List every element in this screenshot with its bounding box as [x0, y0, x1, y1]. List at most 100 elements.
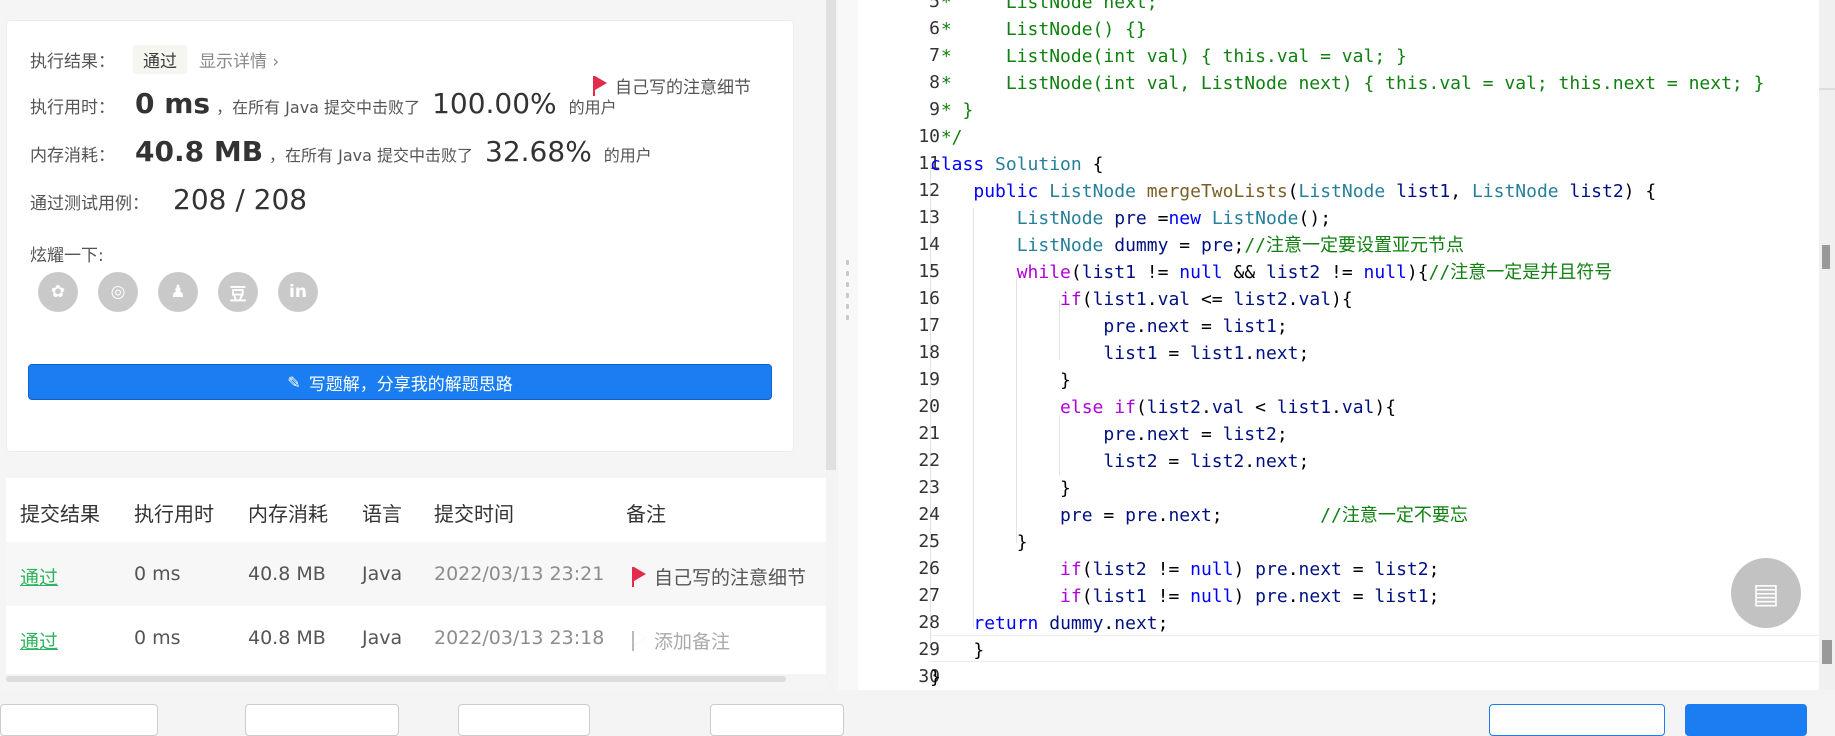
code-editor[interactable]: 5 6 7 8 9 10 11 12 13 14 15 16 17 18 19 20 21 22 23 24 25 26 2…: [858, 0, 1819, 690]
line-number: 20: [918, 396, 940, 417]
runtime-text: ，在所有 Java 提交中击败了: [216, 98, 421, 117]
row-status-link[interactable]: 通过: [20, 563, 58, 590]
weibo-icon[interactable]: ◎: [98, 272, 138, 312]
qq-icon[interactable]: ♟: [158, 272, 198, 312]
code-line[interactable]: * }: [930, 97, 974, 124]
line-number: 23: [918, 477, 940, 498]
col-header-language: 语言: [362, 502, 402, 526]
col-header-result: 提交结果: [20, 502, 100, 526]
code-line[interactable]: else if(list2.val < list1.val){: [930, 394, 1396, 421]
row-remark[interactable]: 自己写的注意细节: [632, 563, 806, 590]
code-line[interactable]: }: [930, 475, 1071, 502]
add-remark-button[interactable]: 添加备注: [632, 627, 730, 654]
pane-resize-handle[interactable]: [838, 0, 858, 713]
line-number: 12: [918, 180, 940, 201]
run-code-button[interactable]: [1489, 704, 1665, 736]
line-number: 15: [918, 261, 940, 282]
line-number: 18: [918, 342, 940, 363]
flag-outline-icon: [632, 630, 646, 651]
code-line[interactable]: }: [930, 367, 1071, 394]
bookmark-icon[interactable]: ▤: [1731, 558, 1801, 628]
douban-icon[interactable]: 豆: [218, 272, 258, 312]
code-line[interactable]: list2 = list2.next;: [930, 448, 1309, 475]
share-label-row: 炫耀一下:: [30, 241, 104, 266]
line-number: 10: [918, 126, 940, 147]
toolbar-button[interactable]: [245, 704, 399, 736]
write-solution-button[interactable]: ✎ 写题解，分享我的解题思路: [28, 364, 772, 400]
code-line[interactable]: if(list2 != null) pre.next = list2;: [930, 556, 1439, 583]
share-label: 炫耀一下:: [30, 246, 104, 266]
memory-row: 内存消耗： 40.8 MB ，在所有 Java 提交中击败了 32.68% 的用…: [30, 135, 652, 168]
row-memory: 40.8 MB: [248, 627, 326, 649]
line-number: 27: [918, 585, 940, 606]
submit-button[interactable]: [1685, 704, 1807, 736]
code-line[interactable]: while(list1 != null && list2 != null){//…: [930, 259, 1613, 286]
code-line[interactable]: if(list1 != null) pre.next = list1;: [930, 583, 1439, 610]
submissions-table: 提交结果 执行用时 内存消耗 语言 提交时间 备注 通过 0 ms 40.8 M…: [6, 478, 826, 674]
flag-icon: [632, 566, 646, 587]
line-number: 25: [918, 531, 940, 552]
scrollbar-marker: [1822, 640, 1832, 664]
code-line[interactable]: }: [930, 637, 984, 664]
table-row[interactable]: 通过 0 ms 40.8 MB Java 2022/03/13 23:18 添加…: [6, 606, 826, 670]
toolbar-button[interactable]: [0, 704, 158, 736]
toolbar-button[interactable]: [710, 704, 844, 736]
code-line[interactable]: pre.next = list1;: [930, 313, 1287, 340]
code-line[interactable]: ListNode dummy = pre;//注意一定要设置亚元节点: [930, 232, 1464, 259]
testcases-value: 208 / 208: [173, 183, 308, 216]
code-line[interactable]: }: [930, 664, 941, 690]
line-number: 30: [918, 666, 940, 687]
left-vertical-scrollbar[interactable]: [826, 0, 836, 470]
scrollbar-thumb[interactable]: [1822, 245, 1830, 269]
pencil-icon: ✎: [287, 372, 301, 392]
scrollbar-track-mark: [1819, 88, 1835, 90]
note-link[interactable]: 自己写的注意细节: [593, 73, 751, 98]
drag-handle-icon: [846, 260, 850, 326]
row-runtime: 0 ms: [134, 563, 181, 585]
row-status-link[interactable]: 通过: [20, 627, 58, 654]
memory-percent: 32.68%: [485, 135, 592, 168]
code-line[interactable]: pre = pre.next; //注意一定不要忘: [930, 502, 1468, 529]
line-number: 8: [929, 72, 940, 93]
line-number: 22: [918, 450, 940, 471]
linkedin-icon[interactable]: in: [278, 272, 318, 312]
result-row: 执行结果： 通过 显示详情 ›: [30, 45, 279, 74]
line-number: 14: [918, 234, 940, 255]
code-line[interactable]: * ListNode(int val, ListNode next) { thi…: [930, 70, 1765, 97]
show-details-link[interactable]: 显示详情 ›: [199, 47, 279, 72]
code-line[interactable]: class Solution {: [930, 151, 1103, 178]
code-line[interactable]: list1 = list1.next;: [930, 340, 1309, 367]
line-number: 29: [918, 639, 940, 660]
runtime-label: 执行用时：: [30, 98, 115, 118]
row-time: 2022/03/13 23:18: [434, 627, 605, 649]
runtime-row: 执行用时： 0 ms ，在所有 Java 提交中击败了 100.00% 的用户: [30, 87, 617, 120]
line-number: 26: [918, 558, 940, 579]
code-line[interactable]: * ListNode next;: [930, 0, 1158, 16]
row-runtime: 0 ms: [134, 627, 181, 649]
table-row[interactable]: 通过 0 ms 40.8 MB Java 2022/03/13 23:21 自己…: [6, 542, 826, 606]
share-icons: ✿ ◎ ♟ 豆 in: [38, 272, 318, 312]
memory-value: 40.8 MB: [135, 135, 264, 168]
wechat-icon[interactable]: ✿: [38, 272, 78, 312]
col-header-runtime: 执行用时: [134, 502, 214, 526]
toolbar-button[interactable]: [458, 704, 590, 736]
code-line[interactable]: public ListNode mergeTwoLists(ListNode l…: [930, 178, 1656, 205]
line-number: 7: [929, 45, 940, 66]
code-line[interactable]: }: [930, 529, 1028, 556]
col-header-time: 提交时间: [434, 502, 514, 526]
line-number: 24: [918, 504, 940, 525]
editor-scrollbar[interactable]: [1819, 0, 1835, 690]
code-line[interactable]: return dummy.next;: [930, 610, 1168, 637]
code-line[interactable]: */: [930, 124, 963, 151]
horizontal-scrollbar[interactable]: [6, 676, 786, 682]
code-line[interactable]: pre.next = list2;: [930, 421, 1287, 448]
row-language: Java: [362, 563, 403, 585]
row-language: Java: [362, 627, 403, 649]
col-header-memory: 内存消耗: [248, 502, 328, 526]
code-line[interactable]: if(list1.val <= list2.val){: [930, 286, 1353, 313]
memory-text: ，在所有 Java 提交中击败了: [269, 146, 474, 165]
line-number: 16: [918, 288, 940, 309]
code-line[interactable]: * ListNode() {}: [930, 16, 1147, 43]
code-line[interactable]: * ListNode(int val) { this.val = val; }: [930, 43, 1407, 70]
code-line[interactable]: ListNode pre =new ListNode();: [930, 205, 1331, 232]
